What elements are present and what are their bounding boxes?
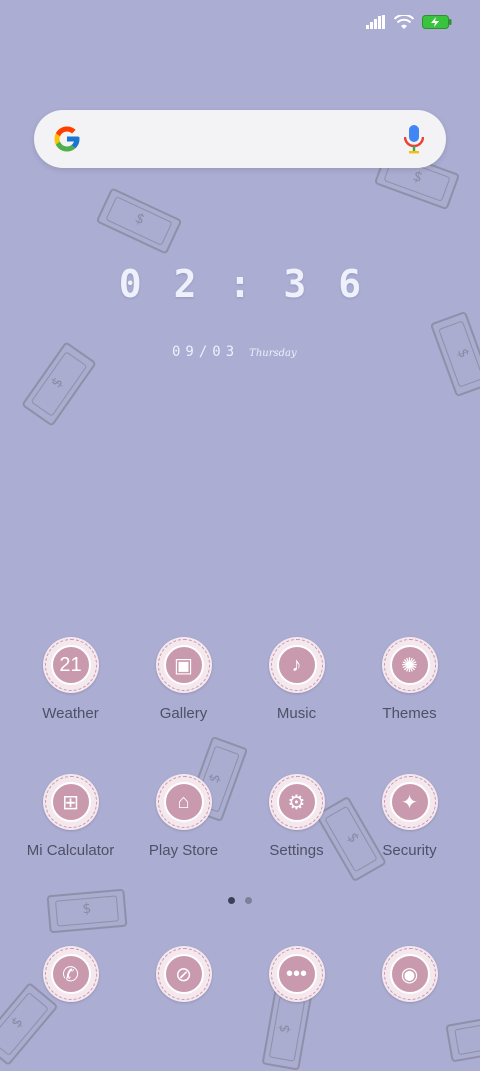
microphone-icon: ♪ [268, 637, 325, 693]
app-security[interactable]: ✦ Security [353, 774, 466, 859]
app-label: Gallery [159, 705, 208, 722]
app-music[interactable]: ♪ Music [240, 637, 353, 722]
dock-camera[interactable]: ◉ [353, 946, 466, 1002]
sun-icon: ✺ [381, 637, 438, 693]
banknote-decoration [445, 1011, 480, 1063]
app-label: Music [276, 705, 317, 722]
page-dot[interactable] [245, 897, 252, 904]
app-label: Play Store [148, 842, 219, 859]
date-text: 09/03 [172, 344, 240, 360]
app-weather[interactable]: 21 Weather [14, 637, 127, 722]
signal-icon [366, 15, 386, 29]
app-label: Themes [382, 705, 437, 722]
app-label: Mi Calculator [26, 842, 115, 859]
banknote-decoration [21, 341, 97, 427]
page-indicator [0, 897, 480, 904]
battery-charging-icon [422, 15, 452, 29]
banknote-decoration [46, 888, 128, 934]
weather-icon: 21 [42, 637, 99, 693]
dock-messages[interactable]: ••• [240, 946, 353, 1002]
gallery-icon: ▣ [155, 637, 212, 693]
wifi-icon [394, 14, 414, 30]
google-logo-icon [52, 124, 82, 159]
status-bar [366, 10, 452, 34]
app-label: Weather [42, 705, 99, 722]
camera-icon: ◉ [381, 946, 438, 1002]
banknote-decoration [429, 310, 480, 398]
page-dot-active [228, 897, 235, 904]
messages-icon: ••• [268, 946, 325, 1002]
dock-phone[interactable]: ✆ [14, 946, 127, 1002]
dock-browser[interactable]: ⊘ [127, 946, 240, 1002]
calculator-icon: ⊞ [42, 774, 99, 830]
app-themes[interactable]: ✺ Themes [353, 637, 466, 722]
lightbulb-icon: ✦ [381, 774, 438, 830]
mic-icon[interactable] [403, 124, 425, 159]
date-widget[interactable]: 09/03 Thursday [172, 344, 297, 360]
clock-time[interactable]: 02:36 [0, 262, 480, 306]
app-mi-calculator[interactable]: ⊞ Mi Calculator [14, 774, 127, 859]
store-icon: ⌂ [155, 774, 212, 830]
gear-icon: ⚙ [268, 774, 325, 830]
day-text: Thursday [249, 348, 297, 359]
app-gallery[interactable]: ▣ Gallery [127, 637, 240, 722]
app-label: Settings [269, 842, 324, 859]
phone-icon: ✆ [42, 946, 99, 1002]
app-label: Security [382, 842, 437, 859]
banknote-decoration [95, 187, 183, 255]
browser-icon: ⊘ [155, 946, 212, 1002]
app-settings[interactable]: ⚙ Settings [240, 774, 353, 859]
app-play-store[interactable]: ⌂ Play Store [127, 774, 240, 859]
google-search-bar[interactable] [34, 110, 446, 168]
